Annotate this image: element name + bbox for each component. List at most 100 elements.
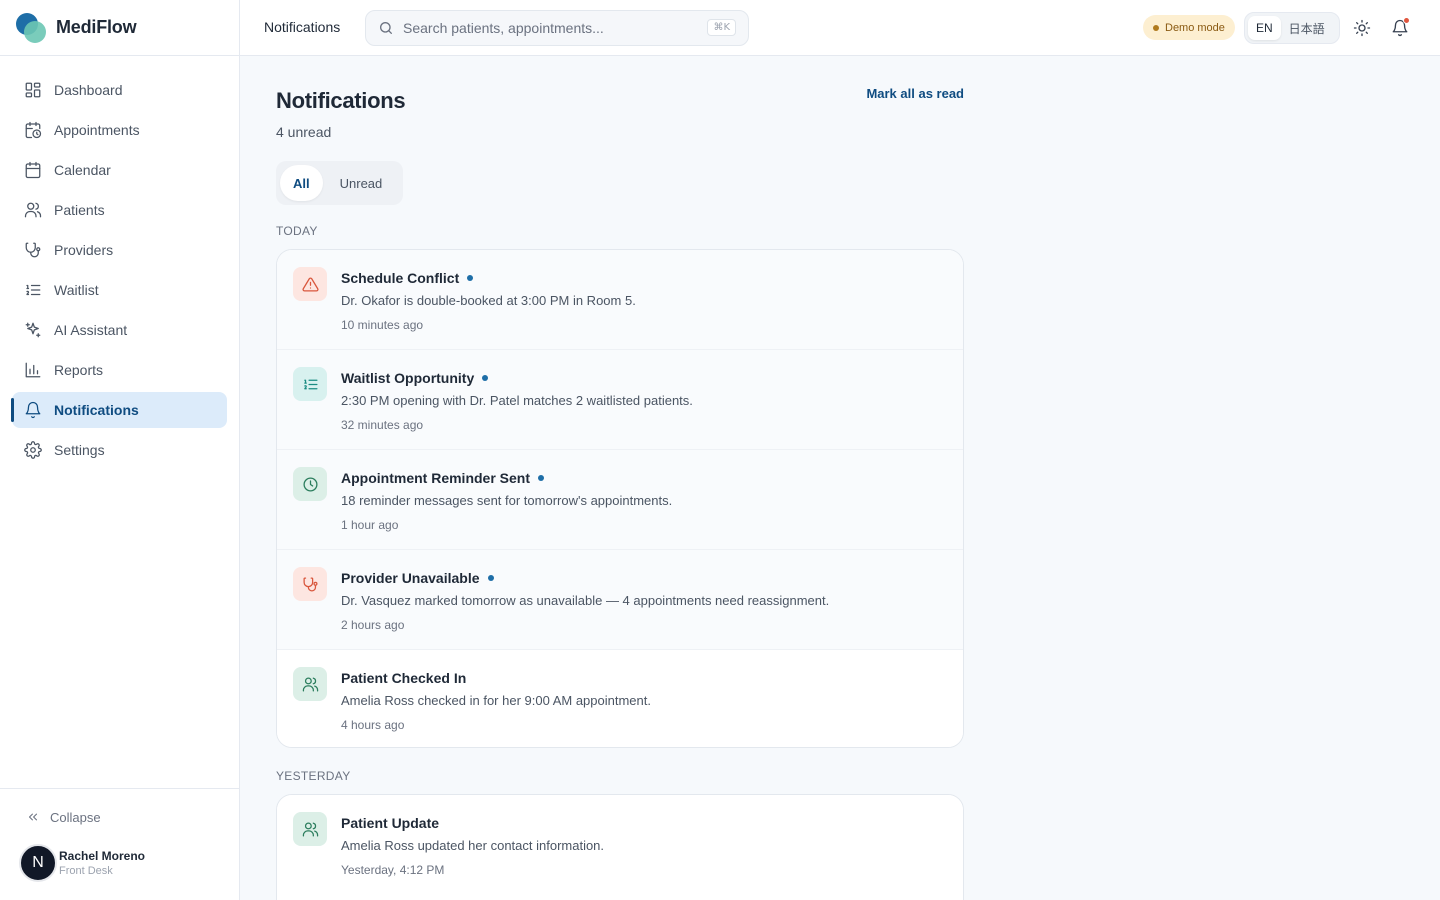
sidebar-item-ai-assistant[interactable]: AI Assistant (12, 312, 227, 348)
notification-time: 2 hours ago (341, 618, 405, 632)
users-icon (302, 676, 318, 692)
lang-ja-button[interactable]: 日本語 (1281, 16, 1333, 40)
language-switcher: EN 日本語 (1244, 12, 1340, 44)
sidebar-item-label: Settings (54, 442, 105, 458)
unread-dot (467, 275, 474, 281)
search-icon (380, 22, 392, 34)
notification-body: Amelia Ross checked in for her 9:00 AM a… (341, 693, 651, 708)
sidebar-item-label: Waitlist (54, 282, 99, 298)
search-input[interactable] (403, 20, 693, 36)
notification-list-yesterday: Patient Update Amelia Ross updated her c… (276, 794, 964, 900)
notification-item[interactable]: Appointment Reminder Sent 18 reminder me… (277, 450, 963, 550)
notification-title-text: Provider Unavailable (341, 570, 480, 586)
notification-title: Provider Unavailable (341, 570, 494, 586)
brand[interactable]: MediFlow (0, 0, 239, 56)
sidebar-item-waitlist[interactable]: Waitlist (12, 272, 227, 308)
sidebar-item-patients[interactable]: Patients (12, 192, 227, 228)
notification-time: 1 hour ago (341, 518, 399, 532)
notification-title-text: Appointment Reminder Sent (341, 470, 531, 486)
notification-item[interactable]: Waitlist Opportunity 2:30 PM opening wit… (277, 350, 963, 450)
notification-item[interactable]: Schedule Conflict Dr. Okafor is double-b… (277, 250, 963, 350)
theme-toggle-button[interactable] (1350, 16, 1374, 40)
mediflow-logo-icon (16, 12, 46, 43)
sidebar-item-appointments[interactable]: Appointments (12, 112, 227, 148)
notification-body: 2:30 PM opening with Dr. Patel matches 2… (341, 393, 693, 408)
page-title: Notifications (276, 88, 406, 113)
collapse-button[interactable]: Collapse (0, 807, 239, 827)
clock-icon (302, 476, 318, 492)
stethoscope-icon (302, 576, 318, 592)
notification-item[interactable]: Provider Unavailable Dr. Vasquez marked … (277, 550, 963, 650)
notification-time: 10 minutes ago (341, 318, 424, 332)
notification-body: Amelia Ross updated her contact informat… (341, 838, 605, 853)
sidebar-item-label: Providers (54, 242, 114, 258)
notification-body: Dr. Okafor is double-booked at 3:00 PM i… (341, 293, 636, 308)
notification-list-today: Schedule Conflict Dr. Okafor is double-b… (276, 249, 964, 748)
list-ordered-icon (303, 379, 318, 389)
notification-icon (293, 567, 327, 601)
filter-tabs: All Unread (276, 161, 403, 205)
unread-dot (487, 575, 494, 581)
notification-title: Patient Update (341, 815, 439, 831)
notification-item[interactable]: Patient Checked In Amelia Ross checked i… (277, 650, 963, 747)
status-dot (1153, 24, 1159, 31)
sidebar-item-notifications[interactable]: Notifications (11, 392, 227, 428)
section-label-today: TODAY (276, 224, 318, 238)
sidebar-item-reports[interactable]: Reports (12, 352, 227, 388)
sidebar-footer: Collapse N Rachel Moreno Front Desk (0, 788, 239, 900)
tab-unread[interactable]: Unread (327, 165, 396, 201)
sidebar-item-label: Patients (54, 202, 105, 218)
sidebar-item-label: Reports (54, 362, 104, 378)
stethoscope-icon (25, 242, 41, 258)
bar-chart-icon (25, 362, 41, 378)
sidebar-item-providers[interactable]: Providers (12, 232, 227, 268)
notification-icon (293, 367, 327, 401)
section-label-yesterday: YESTERDAY (276, 769, 351, 783)
notification-item[interactable]: Patient Update Amelia Ross updated her c… (277, 795, 963, 895)
sidebar-item-label: Calendar (54, 162, 111, 178)
unread-dot (538, 475, 545, 481)
search-box[interactable]: ⌘K (365, 10, 749, 46)
sidebar-item-label: Appointments (54, 122, 140, 138)
calendar-icon (25, 161, 41, 179)
notification-time: Yesterday, 4:12 PM (341, 863, 445, 877)
notification-title: Patient Checked In (341, 670, 466, 686)
lang-en-button[interactable]: EN (1248, 16, 1281, 40)
user-role: Front Desk (59, 865, 113, 877)
notification-icon (293, 467, 327, 501)
notification-title-text: Patient Checked In (341, 670, 467, 686)
sidebar-item-dashboard[interactable]: Dashboard (12, 72, 227, 108)
notification-title: Waitlist Opportunity (341, 370, 489, 386)
notification-time: 4 hours ago (341, 718, 405, 732)
sidebar-item-label: Dashboard (54, 82, 123, 98)
sidebar-nav: Dashboard Appointments Calendar Patients… (0, 56, 239, 468)
unread-count: 4 unread (276, 124, 332, 140)
notification-title-text: Waitlist Opportunity (341, 370, 475, 386)
mark-all-read-button[interactable]: Mark all as read (866, 86, 964, 101)
gear-icon (24, 441, 42, 459)
user-profile[interactable]: N Rachel Moreno Front Desk (0, 844, 239, 882)
users-icon (302, 821, 318, 837)
notification-icon (293, 812, 327, 846)
sidebar-item-settings[interactable]: Settings (12, 432, 227, 468)
topbar: Notifications ⌘K Demo mode EN 日本語 (240, 0, 1440, 56)
notification-title-text: Schedule Conflict (341, 270, 460, 286)
notifications-button[interactable] (1388, 16, 1412, 40)
demo-mode-badge: Demo mode (1143, 15, 1235, 40)
grid-icon (25, 82, 41, 98)
topbar-title: Notifications (264, 19, 341, 35)
notification-title: Schedule Conflict (341, 270, 474, 286)
chevrons-left-icon (28, 813, 38, 821)
sidebar-item-calendar[interactable]: Calendar (12, 152, 227, 188)
notification-time: 32 minutes ago (341, 418, 424, 432)
notification-icon (293, 667, 327, 701)
avatar: N (19, 844, 57, 882)
notification-icon (293, 267, 327, 301)
notification-indicator-dot (1403, 17, 1410, 24)
bell-icon (25, 401, 41, 419)
sidebar-item-label: AI Assistant (54, 322, 128, 338)
sidebar-item-label: Notifications (54, 402, 139, 418)
sidebar: MediFlow Dashboard Appointments Calendar… (0, 0, 240, 900)
list-ordered-icon (26, 284, 41, 296)
tab-all[interactable]: All (280, 165, 323, 201)
